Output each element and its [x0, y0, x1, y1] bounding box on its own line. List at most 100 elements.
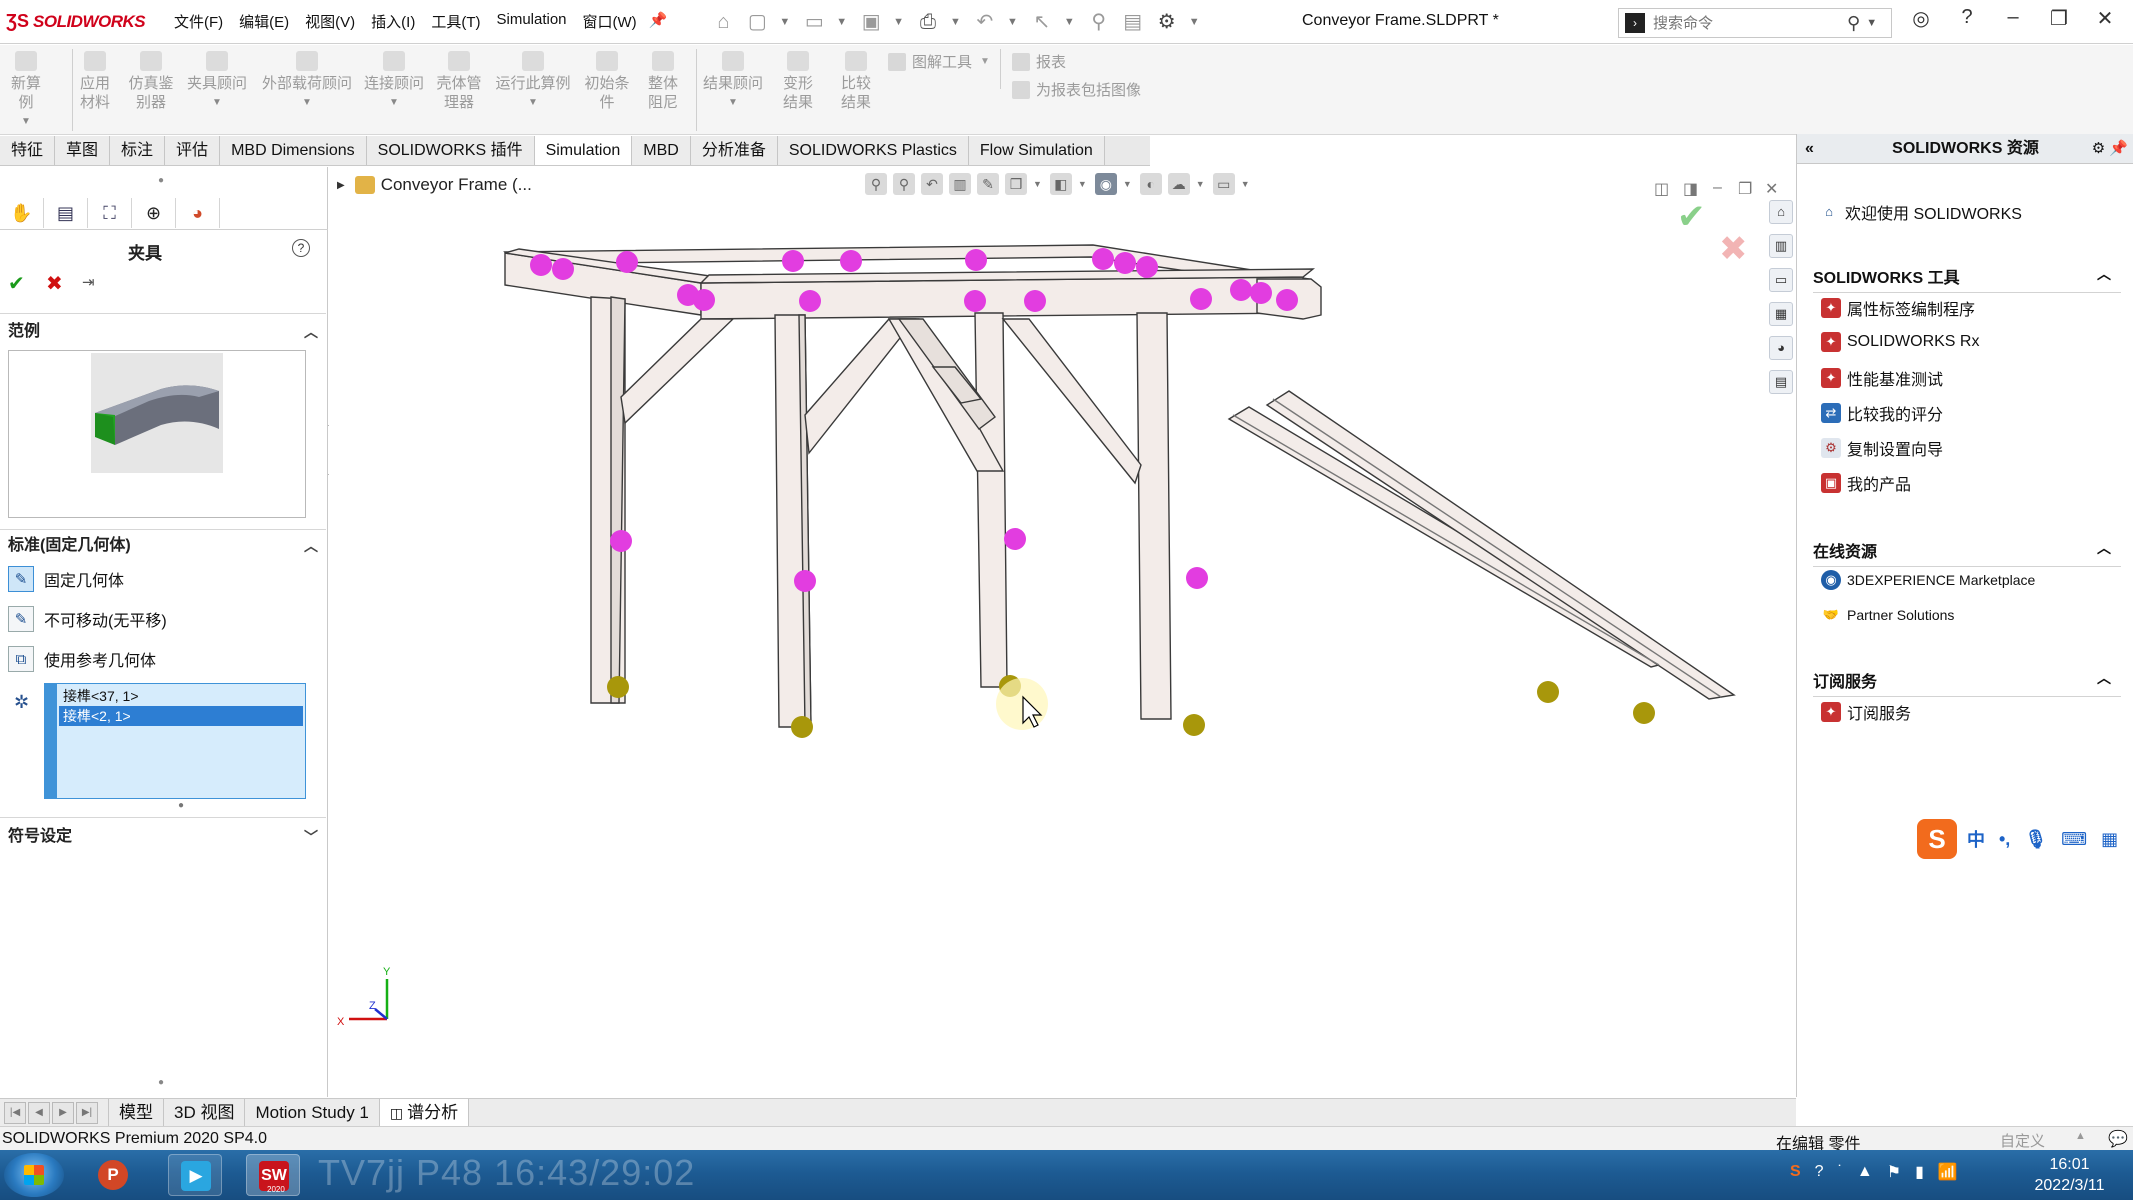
menu-insert[interactable]: 插入(I) — [363, 11, 423, 32]
ime-chinese-mode[interactable]: 中 — [1967, 826, 1985, 852]
menu-simulation[interactable]: Simulation — [488, 11, 574, 32]
file-properties-icon[interactable]: ▤ — [1121, 11, 1145, 33]
custom-units-label[interactable]: 自定义 — [2000, 1130, 2045, 1151]
chevron-down-icon[interactable]: ﹀ — [304, 823, 318, 851]
next-tab-icon[interactable]: ▶ — [52, 1101, 74, 1124]
ok-check-icon[interactable]: ✔ — [8, 271, 25, 296]
sogou-tray-icon[interactable]: S — [1790, 1163, 1801, 1181]
initial-condition-button[interactable]: 初始条件 — [582, 51, 632, 112]
tab-mbd[interactable]: MBD — [632, 136, 691, 165]
tab-solidworks-addins[interactable]: SOLIDWORKS 插件 — [366, 136, 535, 165]
search-commands-box[interactable]: › ⚲ ▼ — [1618, 8, 1892, 38]
tool-compare-score[interactable]: ⇄ 比较我的评分 — [1821, 401, 1943, 425]
restore-icon[interactable]: ❐ — [2044, 6, 2074, 31]
configuration-manager-tab[interactable]: ⛶ — [88, 198, 132, 228]
custom-properties-icon[interactable]: ▤ — [1769, 370, 1793, 394]
menu-view[interactable]: 视图(V) — [297, 11, 363, 32]
tab-3d-views[interactable]: 3D 视图 — [164, 1099, 246, 1126]
tool-my-products[interactable]: ▣ 我的产品 — [1821, 471, 1911, 495]
appearances-icon[interactable]: ◕ — [1769, 336, 1793, 360]
menu-file[interactable]: 文件(F) — [166, 11, 231, 32]
prev-tab-icon[interactable]: ◀ — [28, 1101, 50, 1124]
dimxpert-manager-tab[interactable]: ⊕ — [132, 198, 176, 228]
chevron-down-icon[interactable]: ▼ — [1007, 16, 1018, 28]
help-icon[interactable]: ? — [292, 239, 310, 257]
splitter-handle[interactable]: ● — [158, 1077, 164, 1088]
rebuild-icon[interactable]: ⚲ — [1087, 11, 1111, 33]
global-damping-button[interactable]: 整体阻尼 — [638, 51, 688, 112]
system-clock[interactable]: 16:01 2022/3/11 — [2012, 1154, 2127, 1196]
welcome-link[interactable]: ⌂ 欢迎使用 SOLIDWORKS — [1819, 200, 2022, 224]
option-immovable[interactable]: ✎ 不可移动(无平移) — [8, 604, 167, 634]
online-section-header[interactable]: 在线资源 ︿ — [1813, 538, 2121, 567]
chevron-down-icon[interactable]: ▼ — [1064, 16, 1075, 28]
punctuation-icon[interactable]: •, — [1999, 829, 2010, 850]
quick-tips-icon[interactable]: 💬 — [2108, 1129, 2128, 1149]
deformed-result-button[interactable]: 变形结果 — [772, 51, 824, 112]
tab-mbd-dimensions[interactable]: MBD Dimensions — [220, 136, 367, 165]
simulation-evaluator-button[interactable]: 仿真鉴别器 — [124, 51, 178, 112]
select-arrow-icon[interactable]: ↖ — [1030, 11, 1054, 33]
fixture-pm-tab[interactable]: ✋ — [0, 198, 44, 228]
tab-spectrum-analysis[interactable]: ◫ 谱分析 — [379, 1098, 470, 1127]
ime-tray-icon[interactable]: ˙ — [1838, 1163, 1843, 1181]
link-3dexperience-marketplace[interactable]: ◉ 3DEXPERIENCE Marketplace — [1821, 570, 2035, 590]
tab-sketch[interactable]: 草图 — [55, 136, 111, 165]
plot-tools-button[interactable]: 图解工具 ▼ — [888, 51, 990, 72]
tab-motion-study[interactable]: Motion Study 1 — [245, 1099, 380, 1126]
save-icon[interactable]: ▣ — [859, 11, 883, 33]
search-input[interactable] — [1653, 14, 1843, 32]
list-resize-handle[interactable]: ● — [178, 800, 184, 811]
link-partner-solutions[interactable]: 🤝 Partner Solutions — [1821, 605, 1955, 625]
apply-material-button[interactable]: 应用材料 — [70, 51, 120, 112]
view-palette-icon[interactable]: ▦ — [1769, 302, 1793, 326]
solidworks-logo[interactable]: ƷS SOLIDWORKS — [6, 11, 156, 32]
user-account-icon[interactable]: ◎ — [1906, 6, 1936, 31]
help-tray-icon[interactable]: ? — [1815, 1163, 1824, 1181]
chevron-up-icon[interactable]: ︿ — [2097, 538, 2111, 558]
chevron-up-icon[interactable]: ▲ — [2075, 1130, 2086, 1142]
run-study-button[interactable]: 运行此算例 ▼ — [492, 51, 574, 112]
conveyor-frame-model[interactable]: Y X Z — [329, 167, 1795, 1097]
feature-manager-tab[interactable]: ▤ — [44, 198, 88, 228]
taskbar-powerpoint[interactable]: P — [86, 1154, 140, 1196]
shell-manager-button[interactable]: 壳体管理器 — [434, 51, 484, 112]
tab-markup[interactable]: 标注 — [110, 136, 166, 165]
symbol-settings-group-header[interactable]: 符号设定 ﹀ — [0, 823, 326, 851]
taskbar-media-player[interactable]: ▶ — [168, 1154, 222, 1196]
chevron-up-icon[interactable]: ︿ — [2097, 668, 2111, 688]
first-tab-icon[interactable]: |◀ — [4, 1101, 26, 1124]
design-library-icon[interactable]: ▥ — [1769, 234, 1793, 258]
keyboard-icon[interactable]: ⌨ — [2061, 829, 2087, 850]
minimize-icon[interactable]: – — [1998, 6, 2028, 29]
fixtures-advisor-button[interactable]: 夹具顾问 ▼ — [184, 51, 250, 112]
graphics-area[interactable]: ▶ Conveyor Frame (... ⚲ ⚲ ↶ ▥ ✎ ❒ ▼ ◧ ▼ ◉ ▼… — [329, 167, 1795, 1097]
print-icon[interactable]: ⎙ — [916, 11, 940, 33]
search-icon[interactable]: ⚲ — [1847, 13, 1860, 34]
microphone-icon[interactable]: 🎙 — [2024, 829, 2047, 850]
undo-icon[interactable]: ↶ — [973, 11, 997, 33]
chevron-down-icon[interactable]: ▼ — [1866, 17, 1877, 29]
sogou-ime-icon[interactable]: S — [1917, 819, 1957, 859]
chevron-down-icon[interactable]: ▼ — [893, 16, 904, 28]
option-reference-geometry[interactable]: ⧉ 使用参考几何体 — [8, 644, 156, 674]
tab-evaluate[interactable]: 评估 — [165, 136, 221, 165]
results-advisor-button[interactable]: 结果顾问 ▼ — [700, 51, 766, 112]
toolbox-grid-icon[interactable]: ▦ — [2101, 829, 2118, 850]
open-folder-icon[interactable]: ▭ — [802, 11, 826, 33]
standard-group-header[interactable]: 标准(固定几何体) ︿ — [0, 532, 326, 560]
chevron-down-icon[interactable]: ▼ — [836, 16, 847, 28]
include-image-button[interactable]: 为报表包括图像 — [1012, 79, 1141, 100]
menu-window[interactable]: 窗口(W) — [575, 11, 645, 32]
help-icon[interactable]: ? — [1952, 6, 1982, 29]
tool-solidworks-rx[interactable]: ✦ SOLIDWORKS Rx — [1821, 332, 1979, 352]
new-document-icon[interactable]: ▢ — [745, 11, 769, 33]
list-item[interactable]: 接榫<2, 1> — [59, 706, 303, 726]
last-tab-icon[interactable]: ▶| — [76, 1101, 98, 1124]
pin-icon[interactable]: ⇥ — [82, 273, 95, 291]
chevron-down-icon[interactable]: ▼ — [779, 16, 790, 28]
home-icon[interactable]: ⌂ — [1769, 200, 1793, 224]
tab-simulation[interactable]: Simulation — [534, 136, 633, 165]
close-icon[interactable]: ✕ — [2090, 6, 2120, 31]
file-explorer-icon[interactable]: ▭ — [1769, 268, 1793, 292]
